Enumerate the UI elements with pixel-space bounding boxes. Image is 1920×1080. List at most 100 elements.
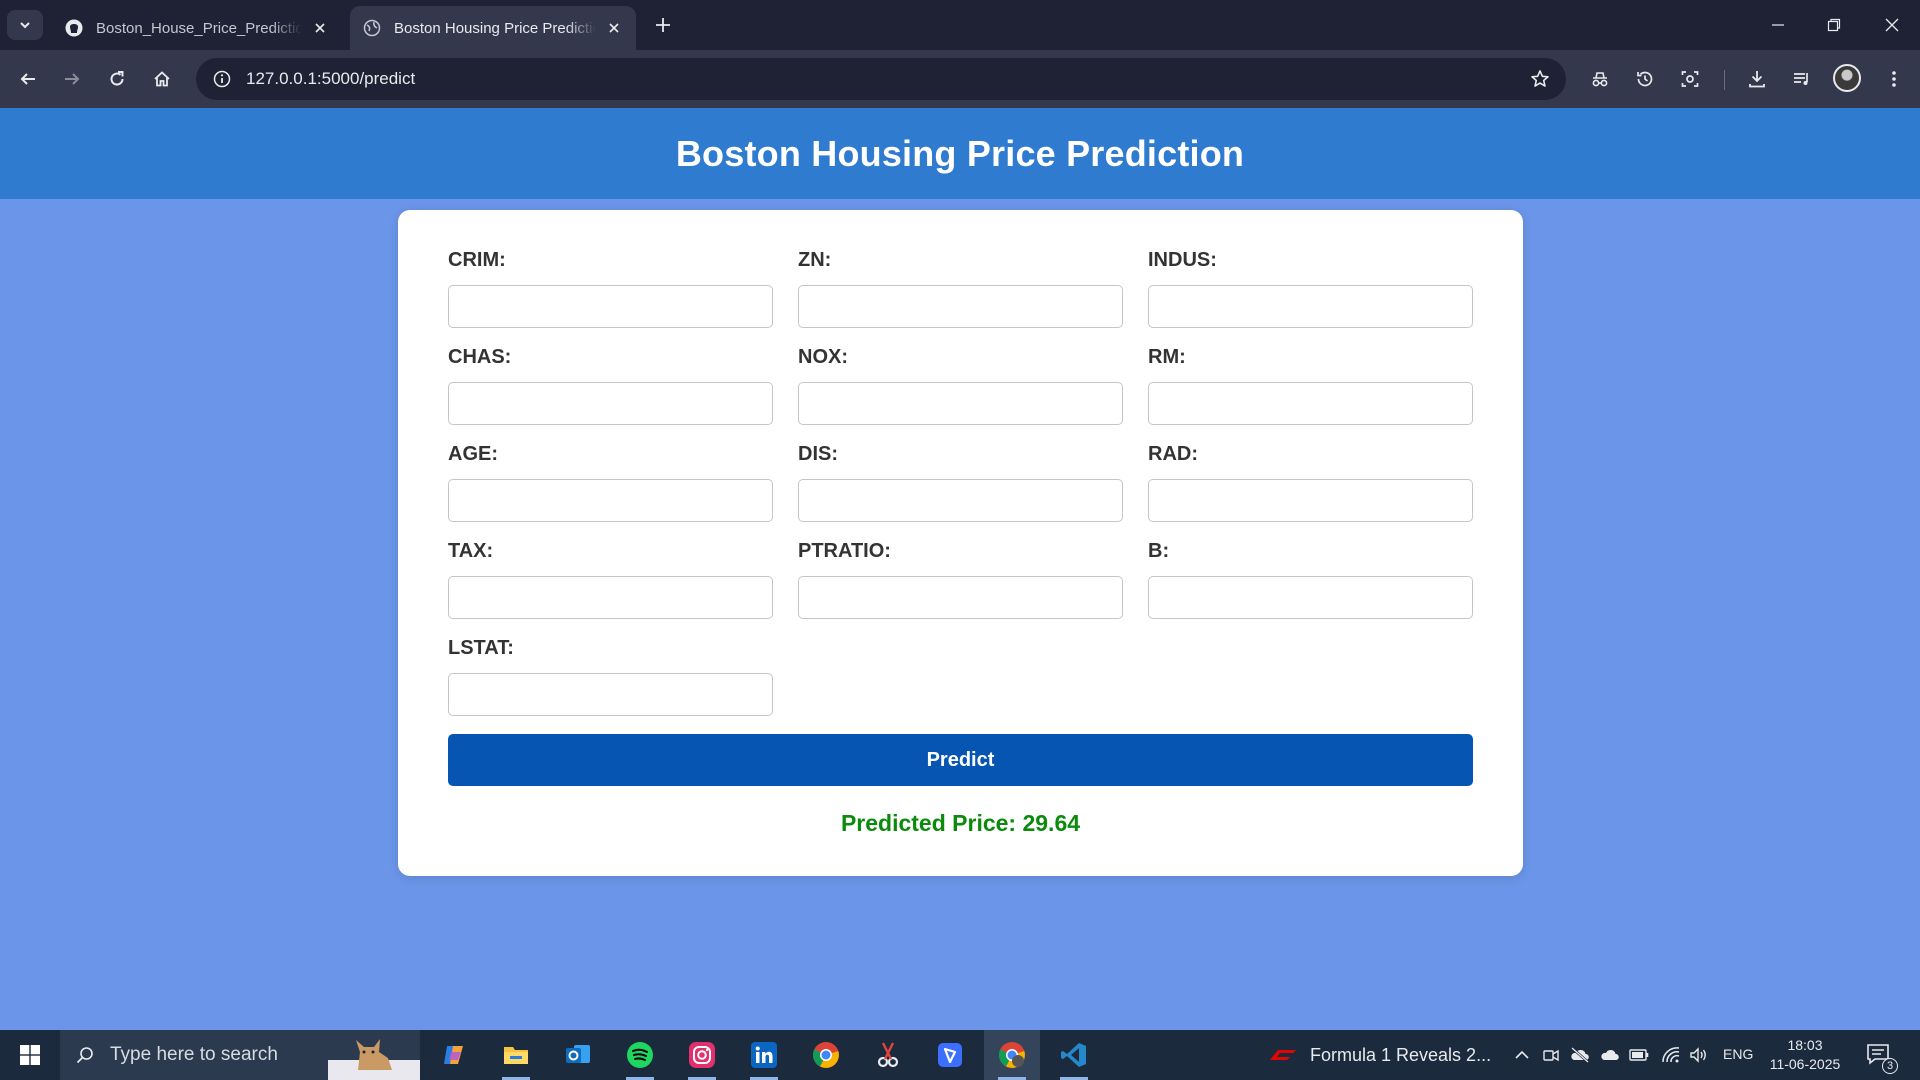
rad-input[interactable] xyxy=(1148,479,1473,522)
field-label: CRIM: xyxy=(448,249,506,271)
taskbar: Type here to search Formula 1 Reveals 2.… xyxy=(0,1030,1920,1080)
field-label: CHAS: xyxy=(448,346,512,368)
clock-time: 18:03 xyxy=(1787,1037,1823,1053)
field-label: NOX: xyxy=(798,346,848,368)
news-widget[interactable]: Formula 1 Reveals 2... xyxy=(1268,1030,1491,1080)
snipping-tool-icon[interactable] xyxy=(860,1030,916,1080)
screenshot-icon[interactable] xyxy=(1674,63,1706,95)
bookmark-star-icon[interactable] xyxy=(1522,69,1558,89)
onedrive-offline-icon[interactable] xyxy=(1570,1045,1590,1065)
chevron-down-icon xyxy=(20,22,30,29)
notification-center-icon[interactable]: 3 xyxy=(1866,1042,1898,1074)
address-bar[interactable]: 127.0.0.1:5000/predict xyxy=(196,58,1566,100)
search-placeholder: Type here to search xyxy=(110,1044,278,1065)
instagram-icon[interactable] xyxy=(674,1030,730,1080)
zn-input[interactable] xyxy=(798,285,1123,328)
spotify-icon[interactable] xyxy=(612,1030,668,1080)
nox-input[interactable] xyxy=(798,382,1123,425)
home-icon[interactable] xyxy=(146,63,178,95)
page-viewport: Boston Housing Price Prediction CRIM: ZN… xyxy=(0,108,1920,1030)
meet-now-icon[interactable] xyxy=(1541,1045,1561,1065)
github-icon xyxy=(64,18,84,38)
lstat-input[interactable] xyxy=(448,673,773,716)
back-arrow-icon[interactable] xyxy=(12,63,44,95)
field-label: DIS: xyxy=(798,443,838,465)
indus-input[interactable] xyxy=(1148,285,1473,328)
search-icon xyxy=(60,1045,110,1065)
chas-input[interactable] xyxy=(448,382,773,425)
field-rm: RM: xyxy=(1148,343,1473,427)
clock[interactable]: 18:03 11-06-2025 xyxy=(1760,1036,1850,1074)
field-chas: CHAS: xyxy=(448,343,773,427)
tab-title: Boston Housing Price Prediction xyxy=(394,19,596,37)
field-label: PTRATIO: xyxy=(798,540,891,562)
field-indus: INDUS: xyxy=(1148,246,1473,330)
field-label: RM: xyxy=(1148,346,1186,368)
linkedin-icon[interactable] xyxy=(736,1030,792,1080)
b-input[interactable] xyxy=(1148,576,1473,619)
tab-github[interactable]: Boston_House_Price_Prediction xyxy=(52,6,342,50)
profile-avatar[interactable] xyxy=(1833,64,1861,92)
forward-arrow-icon[interactable] xyxy=(56,63,88,95)
new-tab-plus-icon[interactable] xyxy=(650,12,676,38)
age-input[interactable] xyxy=(448,479,773,522)
chrome-active-icon[interactable] xyxy=(984,1030,1040,1080)
battery-icon[interactable] xyxy=(1629,1045,1649,1065)
field-tax: TAX: xyxy=(448,537,773,621)
taskbar-search-box[interactable]: Type here to search xyxy=(60,1030,420,1080)
copilot-icon[interactable] xyxy=(426,1030,482,1080)
chrome-icon[interactable] xyxy=(798,1030,854,1080)
feature-fields: CRIM: ZN: INDUS: CHAS: NOX: RM: AGE: DIS… xyxy=(448,246,1473,718)
notification-count-badge: 3 xyxy=(1882,1058,1898,1074)
site-info-icon[interactable] xyxy=(204,70,240,88)
tab-search-button[interactable] xyxy=(7,10,43,40)
field-label: AGE: xyxy=(448,443,498,465)
tab-prediction[interactable]: Boston Housing Price Prediction xyxy=(350,6,636,50)
download-icon[interactable] xyxy=(1741,63,1773,95)
rm-input[interactable] xyxy=(1148,382,1473,425)
tab-title: Boston_House_Price_Prediction xyxy=(96,19,302,37)
field-dis: DIS: xyxy=(798,440,1123,524)
media-control-icon[interactable] xyxy=(1786,63,1818,95)
dis-input[interactable] xyxy=(798,479,1123,522)
page-title: Boston Housing Price Prediction xyxy=(675,132,1245,174)
field-lstat: LSTAT: xyxy=(448,634,773,718)
restore-icon[interactable] xyxy=(1806,0,1862,50)
close-window-icon[interactable] xyxy=(1864,0,1920,50)
crim-input[interactable] xyxy=(448,285,773,328)
language-indicator[interactable]: ENG xyxy=(1723,1046,1753,1062)
field-label: ZN: xyxy=(798,249,832,271)
chevron-up-icon[interactable] xyxy=(1512,1045,1532,1065)
history-icon[interactable] xyxy=(1629,63,1661,95)
formula1-icon xyxy=(1270,1050,1296,1060)
wifi-icon[interactable] xyxy=(1661,1045,1681,1065)
field-b: B: xyxy=(1148,537,1473,621)
field-nox: NOX: xyxy=(798,343,1123,427)
globe-icon xyxy=(362,18,382,38)
ptratio-input[interactable] xyxy=(798,576,1123,619)
minimize-icon[interactable] xyxy=(1750,0,1806,50)
field-zn: ZN: xyxy=(798,246,1123,330)
windows-start-icon[interactable] xyxy=(0,1030,60,1080)
predict-button[interactable]: Predict xyxy=(448,734,1473,786)
volume-icon[interactable] xyxy=(1689,1045,1709,1065)
field-crim: CRIM: xyxy=(448,246,773,330)
onedrive-icon[interactable] xyxy=(1600,1045,1620,1065)
more-menu-icon[interactable] xyxy=(1878,63,1910,95)
file-explorer-icon[interactable] xyxy=(488,1030,544,1080)
tax-input[interactable] xyxy=(448,576,773,619)
field-label: B: xyxy=(1148,540,1170,562)
field-age: AGE: xyxy=(448,440,773,524)
vscode-icon[interactable] xyxy=(1046,1030,1102,1080)
close-icon[interactable] xyxy=(604,18,624,38)
search-highlight-image xyxy=(328,1030,420,1080)
reload-icon[interactable] xyxy=(101,63,133,95)
close-icon[interactable] xyxy=(310,18,330,38)
url-text[interactable]: 127.0.0.1:5000/predict xyxy=(246,69,1522,89)
clock-date: 11-06-2025 xyxy=(1769,1056,1841,1072)
incognito-icon[interactable] xyxy=(1584,63,1616,95)
remote-desktop-icon[interactable] xyxy=(922,1030,978,1080)
outlook-icon[interactable] xyxy=(550,1030,606,1080)
news-headline: Formula 1 Reveals 2... xyxy=(1310,1044,1492,1065)
field-label: TAX: xyxy=(448,540,494,562)
